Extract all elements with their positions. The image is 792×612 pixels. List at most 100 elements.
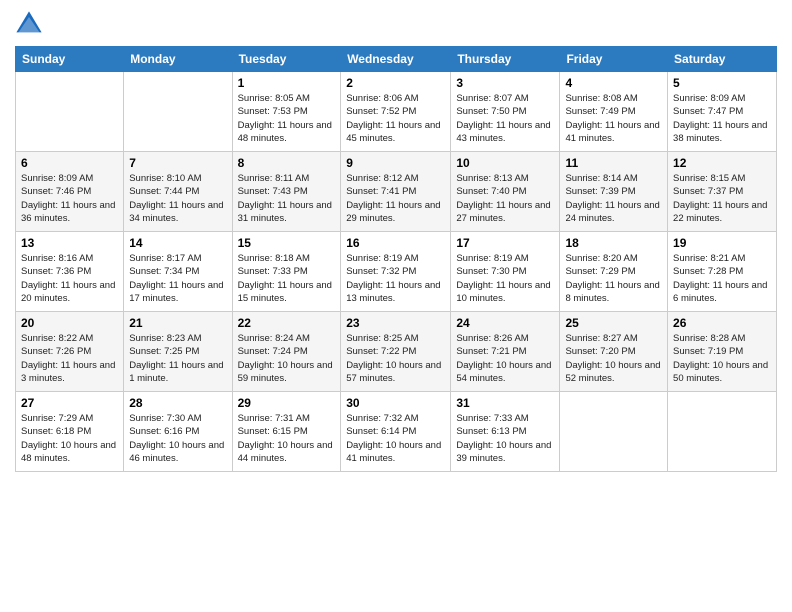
day-info: Sunrise: 8:19 AMSunset: 7:32 PMDaylight:… [346,252,445,305]
day-number: 27 [21,396,118,410]
day-cell: 5 Sunrise: 8:09 AMSunset: 7:47 PMDaylight… [668,72,777,152]
day-number: 12 [673,156,771,170]
day-number: 24 [456,316,554,330]
day-info: Sunrise: 7:32 AMSunset: 6:14 PMDaylight:… [346,412,445,465]
header [15,10,777,38]
day-info: Sunrise: 8:20 AMSunset: 7:29 PMDaylight:… [565,252,662,305]
day-cell: 16 Sunrise: 8:19 AMSunset: 7:32 PMDayligh… [341,232,451,312]
day-info: Sunrise: 7:30 AMSunset: 6:16 PMDaylight:… [129,412,226,465]
day-number: 22 [238,316,336,330]
day-number: 8 [238,156,336,170]
day-number: 17 [456,236,554,250]
day-number: 9 [346,156,445,170]
day-number: 1 [238,76,336,90]
day-cell: 13 Sunrise: 8:16 AMSunset: 7:36 PMDayligh… [16,232,124,312]
day-cell: 19 Sunrise: 8:21 AMSunset: 7:28 PMDayligh… [668,232,777,312]
day-info: Sunrise: 8:19 AMSunset: 7:30 PMDaylight:… [456,252,554,305]
day-cell: 7Sunrise: 8:10 AMSunset: 7:44 PMDaylight… [124,152,232,232]
day-info: Sunrise: 8:14 AMSunset: 7:39 PMDaylight:… [565,172,662,225]
logo-icon [15,10,43,38]
day-number: 19 [673,236,771,250]
day-cell: 12 Sunrise: 8:15 AMSunset: 7:37 PMDayligh… [668,152,777,232]
week-row-1: 1 Sunrise: 8:05 AMSunset: 7:53 PMDaylight… [16,72,777,152]
day-info: Sunrise: 8:09 AMSunset: 7:46 PMDaylight:… [21,172,118,225]
day-number: 26 [673,316,771,330]
day-cell: 18 Sunrise: 8:20 AMSunset: 7:29 PMDayligh… [560,232,668,312]
day-cell: 26 Sunrise: 8:28 AMSunset: 7:19 PMDayligh… [668,312,777,392]
day-cell: 8 Sunrise: 8:11 AMSunset: 7:43 PMDaylight… [232,152,341,232]
day-number: 29 [238,396,336,410]
day-info: Sunrise: 7:31 AMSunset: 6:15 PMDaylight:… [238,412,336,465]
day-info: Sunrise: 8:12 AMSunset: 7:41 PMDaylight:… [346,172,445,225]
day-info: Sunrise: 8:09 AMSunset: 7:47 PMDaylight:… [673,92,771,145]
day-number: 16 [346,236,445,250]
day-info: Sunrise: 8:11 AMSunset: 7:43 PMDaylight:… [238,172,336,225]
day-info: Sunrise: 8:24 AMSunset: 7:24 PMDaylight:… [238,332,336,385]
day-number: 7 [129,156,226,170]
day-header-friday: Friday [560,47,668,72]
day-cell: 2 Sunrise: 8:06 AMSunset: 7:52 PMDaylight… [341,72,451,152]
day-cell: 22 Sunrise: 8:24 AMSunset: 7:24 PMDayligh… [232,312,341,392]
day-info: Sunrise: 8:22 AMSunset: 7:26 PMDaylight:… [21,332,118,385]
day-info: Sunrise: 8:07 AMSunset: 7:50 PMDaylight:… [456,92,554,145]
day-number: 2 [346,76,445,90]
day-header-sunday: Sunday [16,47,124,72]
day-cell: 1 Sunrise: 8:05 AMSunset: 7:53 PMDaylight… [232,72,341,152]
day-info: Sunrise: 8:23 AMSunset: 7:25 PMDaylight:… [129,332,226,385]
day-cell: 4 Sunrise: 8:08 AMSunset: 7:49 PMDaylight… [560,72,668,152]
day-number: 13 [21,236,118,250]
day-header-monday: Monday [124,47,232,72]
day-cell: 9 Sunrise: 8:12 AMSunset: 7:41 PMDaylight… [341,152,451,232]
day-info: Sunrise: 7:33 AMSunset: 6:13 PMDaylight:… [456,412,554,465]
day-cell: 30Sunrise: 7:32 AMSunset: 6:14 PMDayligh… [341,392,451,472]
day-info: Sunrise: 8:17 AMSunset: 7:34 PMDaylight:… [129,252,226,305]
day-info: Sunrise: 8:06 AMSunset: 7:52 PMDaylight:… [346,92,445,145]
day-number: 15 [238,236,336,250]
day-number: 10 [456,156,554,170]
day-info: Sunrise: 8:08 AMSunset: 7:49 PMDaylight:… [565,92,662,145]
day-number: 31 [456,396,554,410]
day-number: 28 [129,396,226,410]
day-info: Sunrise: 8:16 AMSunset: 7:36 PMDaylight:… [21,252,118,305]
page: SundayMondayTuesdayWednesdayThursdayFrid… [0,0,792,612]
day-number: 6 [21,156,118,170]
logo [15,10,47,38]
day-cell: 10Sunrise: 8:13 AMSunset: 7:40 PMDayligh… [451,152,560,232]
day-info: Sunrise: 8:27 AMSunset: 7:20 PMDaylight:… [565,332,662,385]
day-number: 23 [346,316,445,330]
day-number: 4 [565,76,662,90]
day-cell: 11 Sunrise: 8:14 AMSunset: 7:39 PMDayligh… [560,152,668,232]
day-cell: 23Sunrise: 8:25 AMSunset: 7:22 PMDayligh… [341,312,451,392]
week-row-4: 20Sunrise: 8:22 AMSunset: 7:26 PMDayligh… [16,312,777,392]
day-cell: 29 Sunrise: 7:31 AMSunset: 6:15 PMDayligh… [232,392,341,472]
day-number: 5 [673,76,771,90]
day-number: 14 [129,236,226,250]
day-cell: 6 Sunrise: 8:09 AMSunset: 7:46 PMDaylight… [16,152,124,232]
day-cell: 3 Sunrise: 8:07 AMSunset: 7:50 PMDaylight… [451,72,560,152]
day-cell [560,392,668,472]
day-header-thursday: Thursday [451,47,560,72]
day-number: 3 [456,76,554,90]
day-info: Sunrise: 8:28 AMSunset: 7:19 PMDaylight:… [673,332,771,385]
day-cell: 14 Sunrise: 8:17 AMSunset: 7:34 PMDayligh… [124,232,232,312]
day-number: 21 [129,316,226,330]
day-cell [16,72,124,152]
day-cell: 20Sunrise: 8:22 AMSunset: 7:26 PMDayligh… [16,312,124,392]
day-header-tuesday: Tuesday [232,47,341,72]
day-cell: 28 Sunrise: 7:30 AMSunset: 6:16 PMDayligh… [124,392,232,472]
day-cell: 27Sunrise: 7:29 AMSunset: 6:18 PMDayligh… [16,392,124,472]
day-cell: 24Sunrise: 8:26 AMSunset: 7:21 PMDayligh… [451,312,560,392]
calendar-table: SundayMondayTuesdayWednesdayThursdayFrid… [15,46,777,472]
day-cell: 31 Sunrise: 7:33 AMSunset: 6:13 PMDayligh… [451,392,560,472]
day-info: Sunrise: 8:15 AMSunset: 7:37 PMDaylight:… [673,172,771,225]
day-cell: 15Sunrise: 8:18 AMSunset: 7:33 PMDayligh… [232,232,341,312]
day-cell: 17 Sunrise: 8:19 AMSunset: 7:30 PMDayligh… [451,232,560,312]
day-info: Sunrise: 8:21 AMSunset: 7:28 PMDaylight:… [673,252,771,305]
day-header-saturday: Saturday [668,47,777,72]
day-header-wednesday: Wednesday [341,47,451,72]
day-cell [124,72,232,152]
day-info: Sunrise: 8:05 AMSunset: 7:53 PMDaylight:… [238,92,336,145]
day-number: 25 [565,316,662,330]
day-number: 11 [565,156,662,170]
day-number: 18 [565,236,662,250]
